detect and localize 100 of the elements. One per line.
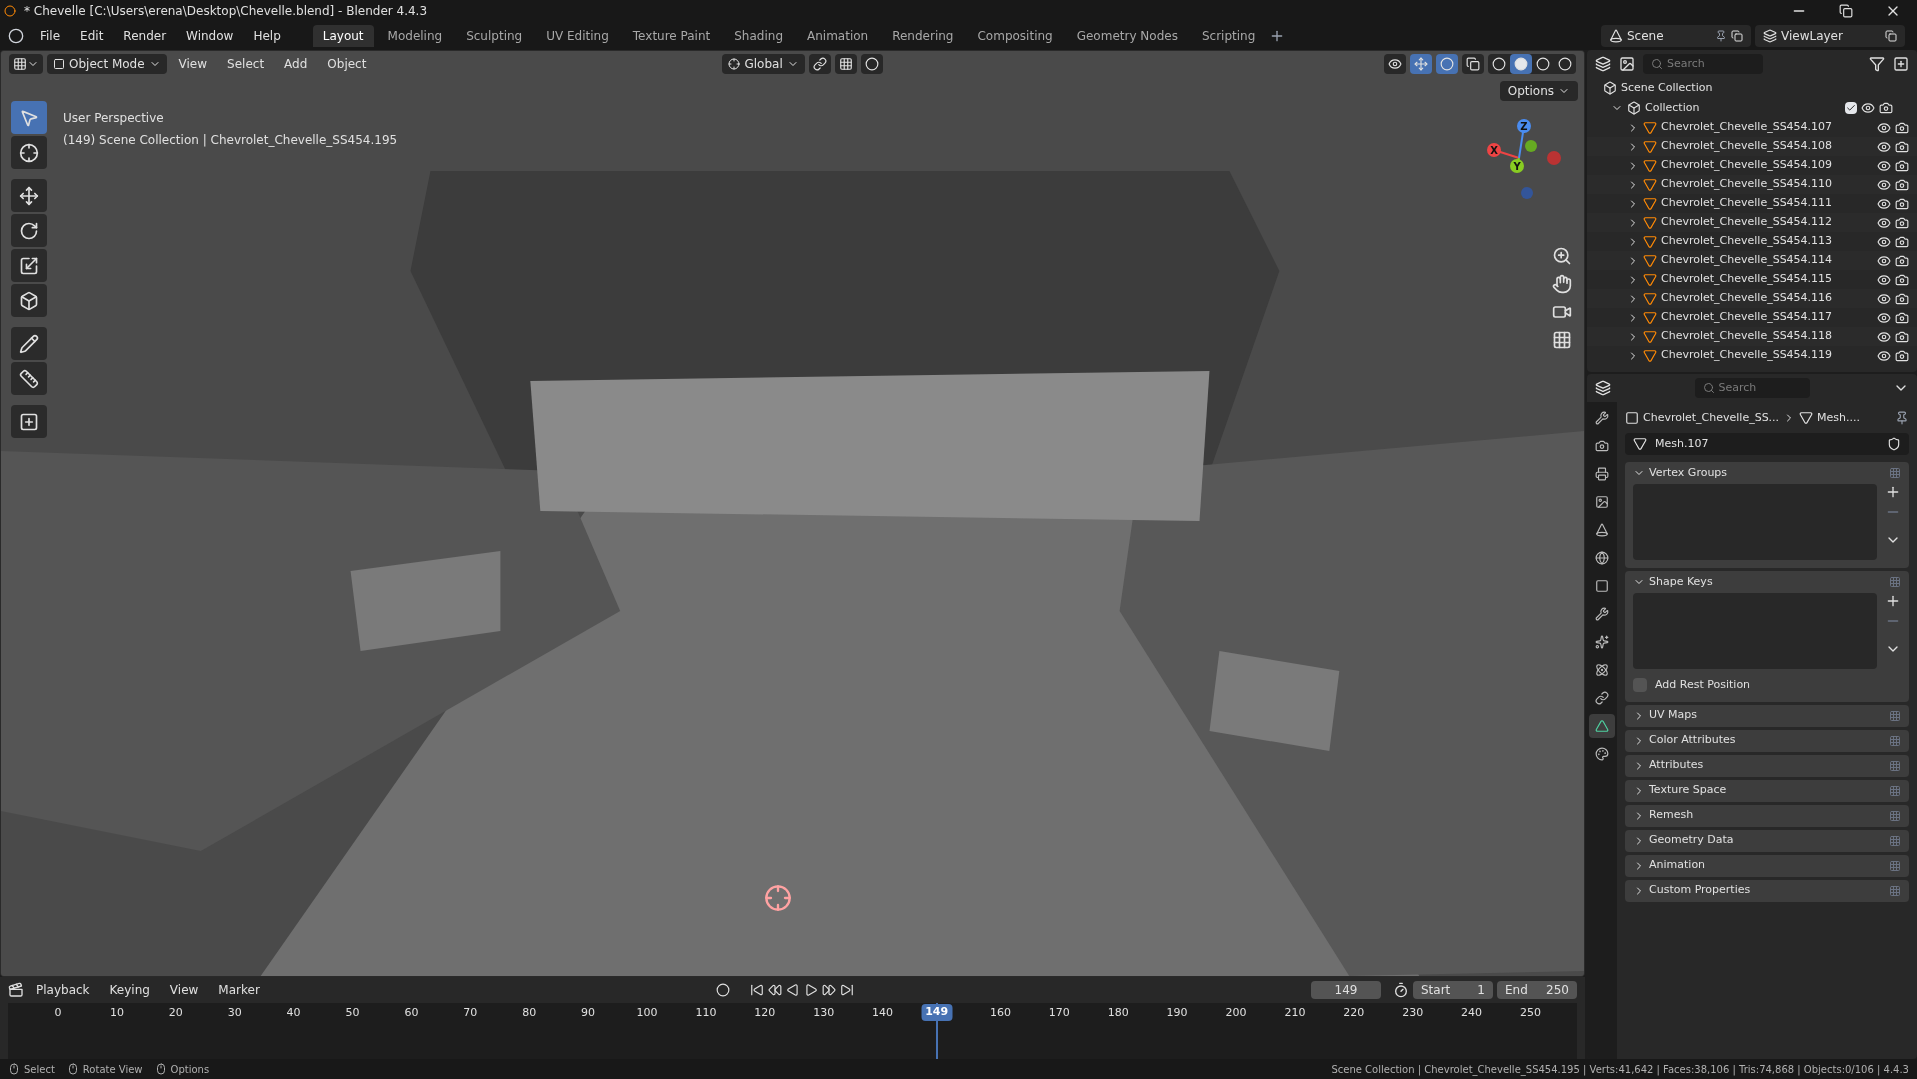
viewport-menu-item[interactable]: Add (276, 55, 316, 73)
workspace-tab[interactable]: Scripting (1191, 25, 1266, 47)
drag-handle-icon[interactable] (1889, 734, 1901, 747)
checkbox-label[interactable]: Add Rest Position (1655, 677, 1751, 694)
drag-handle-icon[interactable] (1889, 809, 1901, 822)
grid-icon[interactable] (1552, 330, 1572, 350)
camera-icon[interactable] (1895, 234, 1909, 249)
menu-item[interactable]: File (32, 25, 69, 47)
outliner-item[interactable]: Collection (1645, 99, 1841, 117)
outliner-item[interactable]: Chevrolet_Chevelle_SS454.112 (1661, 214, 1873, 231)
playhead-frame-label[interactable]: 149 (921, 1004, 953, 1021)
timeline-menu-item[interactable]: Keying (101, 981, 158, 999)
maximize-icon[interactable] (1839, 4, 1853, 18)
gizmo-button[interactable] (1410, 54, 1432, 74)
camera-icon[interactable] (1895, 158, 1909, 173)
start-frame-field[interactable]: Start 1 (1413, 981, 1493, 999)
camera-icon[interactable] (1895, 348, 1909, 363)
visibility-button[interactable] (1384, 54, 1406, 74)
tool-button[interactable] (11, 179, 47, 212)
fake-user-shield-icon[interactable] (1887, 437, 1901, 451)
camera-icon[interactable] (1895, 329, 1909, 344)
section-title[interactable]: UV Maps (1649, 707, 1885, 724)
camera-icon[interactable] (1895, 196, 1909, 211)
drag-handle-icon[interactable] (1889, 859, 1901, 872)
outliner-item[interactable]: Chevrolet_Chevelle_SS454.107 (1661, 119, 1873, 136)
duplicate-icon[interactable] (1731, 30, 1743, 42)
section-title[interactable]: Color Attributes (1649, 732, 1885, 749)
pivot-button[interactable] (808, 54, 831, 74)
orientation-dropdown[interactable]: Global (722, 54, 805, 74)
properties-tab[interactable] (1589, 714, 1615, 738)
add-icon[interactable] (1885, 593, 1901, 609)
workspace-tab[interactable]: Rendering (882, 25, 964, 47)
eye-icon[interactable] (1877, 177, 1891, 192)
filter-icon[interactable] (1869, 56, 1885, 72)
section-title[interactable]: Vertex Groups (1649, 464, 1885, 482)
section-title[interactable]: Custom Properties (1649, 882, 1885, 899)
outliner-item[interactable]: Chevrolet_Chevelle_SS454.119 (1661, 347, 1873, 364)
workspace-tab[interactable]: Layout (312, 25, 374, 47)
camera-icon[interactable] (1895, 291, 1909, 306)
eye-icon[interactable] (1877, 139, 1891, 154)
workspace-tab[interactable]: Compositing (967, 25, 1063, 47)
eye-icon[interactable] (1877, 234, 1891, 249)
outliner-item[interactable]: Scene Collection (1621, 79, 1713, 97)
eye-icon[interactable] (1877, 329, 1891, 344)
section-title[interactable]: Geometry Data (1649, 832, 1885, 849)
jump-start-icon[interactable] (749, 983, 764, 997)
camera-icon[interactable] (1895, 120, 1909, 135)
section-title[interactable]: Shape Keys (1649, 573, 1885, 591)
shading-mode-button[interactable] (1510, 54, 1532, 74)
outliner-item[interactable]: Chevrolet_Chevelle_SS454.118 (1661, 328, 1873, 345)
breadcrumb-item[interactable]: Mesh.... (1817, 409, 1891, 427)
end-frame-field[interactable]: End 250 (1497, 981, 1577, 999)
stopwatch-icon[interactable] (1393, 982, 1409, 998)
snap-button[interactable] (834, 54, 857, 74)
tool-button[interactable] (11, 327, 47, 360)
3d-cursor-icon[interactable] (764, 884, 792, 912)
zoom-icon[interactable] (1552, 246, 1572, 266)
workspace-tab[interactable]: Modeling (377, 25, 453, 47)
drag-handle-icon[interactable] (1889, 784, 1901, 797)
tool-button[interactable] (11, 405, 47, 438)
outliner-item[interactable]: Chevrolet_Chevelle_SS454.115 (1661, 271, 1873, 288)
overlay-button[interactable] (1436, 54, 1458, 74)
workspace-tab[interactable]: Shading (724, 25, 793, 47)
viewport-menu-item[interactable]: View (170, 55, 216, 73)
pan-hand-icon[interactable] (1552, 274, 1572, 294)
camera-icon[interactable] (1895, 177, 1909, 192)
section-title[interactable]: Attributes (1649, 757, 1885, 774)
drag-handle-icon[interactable] (1889, 884, 1901, 897)
options-dropdown[interactable]: Options (1499, 81, 1578, 101)
eye-icon[interactable] (1877, 253, 1891, 268)
menu-item[interactable]: Render (115, 25, 175, 47)
eye-icon[interactable] (1877, 196, 1891, 211)
eye-icon[interactable] (1877, 291, 1891, 306)
viewport-menu-item[interactable]: Object (319, 55, 375, 73)
breadcrumb-item[interactable]: Chevrolet_Chevelle_SS... (1643, 409, 1780, 427)
section-title[interactable]: Animation (1649, 857, 1885, 874)
jump-end-icon[interactable] (839, 983, 854, 997)
scene-selector[interactable]: Scene (1601, 25, 1751, 47)
view-layer-selector[interactable]: ViewLayer (1755, 25, 1905, 47)
tool-button[interactable] (11, 284, 47, 317)
tool-button[interactable] (11, 362, 47, 395)
timeline-menu-item[interactable]: Marker (210, 981, 268, 999)
outliner-item[interactable]: Chevrolet_Chevelle_SS454.117 (1661, 309, 1873, 326)
drag-handle-icon[interactable] (1889, 834, 1901, 847)
editor-type-button[interactable] (9, 54, 43, 74)
outliner-item[interactable]: Chevrolet_Chevelle_SS454.113 (1661, 233, 1873, 250)
current-frame-field[interactable]: 149 (1311, 981, 1381, 999)
menu-item[interactable]: Window (178, 25, 242, 47)
timeline-menu-item[interactable]: Playback (28, 981, 98, 999)
workspace-tab[interactable]: Sculpting (456, 25, 533, 47)
record-icon[interactable] (715, 983, 730, 997)
drag-handle-icon[interactable] (1889, 576, 1901, 588)
outliner-item[interactable]: Chevrolet_Chevelle_SS454.114 (1661, 252, 1873, 269)
timeline-menu-item[interactable]: View (161, 981, 207, 999)
section-title[interactable]: Remesh (1649, 807, 1885, 824)
workspace-tab[interactable]: UV Editing (536, 25, 619, 47)
play-reverse-icon[interactable] (785, 983, 800, 997)
workspace-tab[interactable]: Geometry Nodes (1066, 25, 1188, 47)
editor-type-icon[interactable] (1595, 380, 1611, 396)
eye-icon[interactable] (1877, 215, 1891, 230)
